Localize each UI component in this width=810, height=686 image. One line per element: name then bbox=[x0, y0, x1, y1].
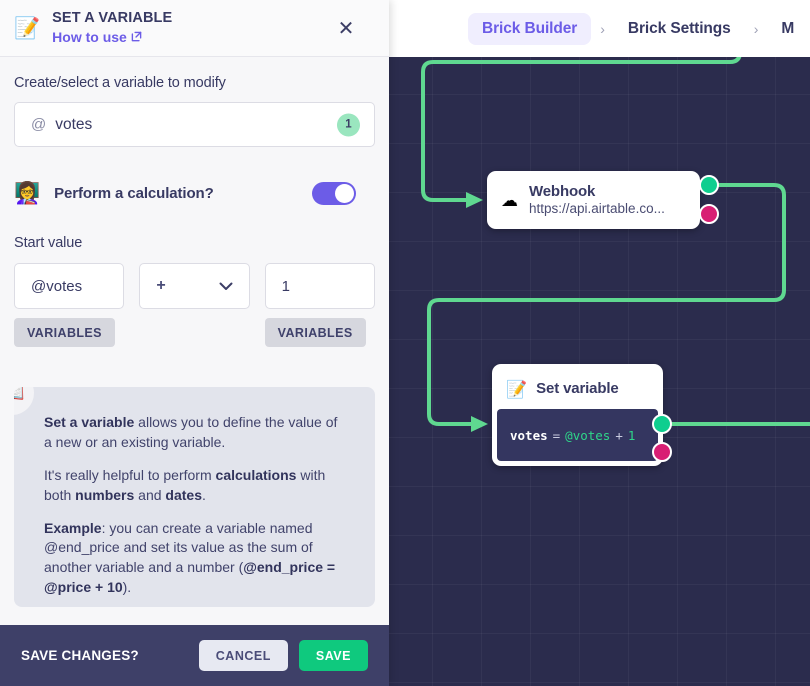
calculation-inputs: @votes + 1 bbox=[14, 263, 375, 309]
variable-name-input[interactable]: @ votes 1 bbox=[14, 102, 375, 147]
help-p3-bold: Example bbox=[44, 519, 102, 536]
help-p2-f: dates bbox=[165, 486, 202, 503]
help-box: 📖 Set a variable allows you to define th… bbox=[14, 387, 375, 607]
help-p2-e: and bbox=[134, 486, 166, 503]
set-variable-panel: 📝 SET A VARIABLE How to use ✕ Create/sel… bbox=[0, 0, 389, 686]
node-subtitle: https://api.airtable.co... bbox=[529, 200, 665, 216]
breadcrumb: Brick Builder › Brick Settings › M bbox=[468, 0, 808, 57]
at-sign-icon: @ bbox=[31, 116, 47, 133]
start-value-cell: @votes bbox=[14, 263, 125, 309]
canvas-node-set-variable[interactable]: 📝 Set variable votes = @votes + 1 bbox=[492, 364, 663, 466]
perform-calculation-toggle[interactable] bbox=[312, 181, 356, 205]
help-p2-d: numbers bbox=[75, 486, 135, 503]
canvas-node-webhook[interactable]: ☁ Webhook https://api.airtable.co... bbox=[487, 171, 700, 229]
variables-button-left-cell: VARIABLES bbox=[14, 309, 124, 347]
node-title: Webhook bbox=[529, 182, 596, 200]
variable-count-badge: 1 bbox=[337, 113, 360, 136]
panel-header: 📝 SET A VARIABLE How to use ✕ bbox=[0, 0, 389, 57]
panel-body: Create/select a variable to modify @ vot… bbox=[0, 57, 389, 630]
help-paragraph-2: It's really helpful to perform calculati… bbox=[44, 466, 347, 506]
help-paragraph-3: Example: you can create a variable named… bbox=[44, 519, 347, 599]
close-icon[interactable]: ✕ bbox=[335, 18, 357, 40]
expr-operand: 1 bbox=[627, 427, 636, 443]
variables-button-right-cell: VARIABLES bbox=[264, 309, 375, 347]
save-changes-label: SAVE CHANGES? bbox=[21, 648, 139, 663]
perform-calculation-label: Perform a calculation? bbox=[54, 184, 214, 202]
app-root: ☁ Webhook https://api.airtable.co... 📝 S… bbox=[0, 0, 810, 686]
breadcrumb-item-brick-settings[interactable]: Brick Settings bbox=[614, 13, 745, 45]
cancel-button[interactable]: CANCEL bbox=[198, 640, 288, 671]
breadcrumb-item-brick-builder[interactable]: Brick Builder bbox=[468, 12, 592, 45]
operand-cell: 1 bbox=[264, 263, 375, 309]
save-changes-bar: SAVE CHANGES? CANCEL SAVE bbox=[0, 625, 389, 686]
help-p1-bold: Set a variable bbox=[44, 414, 135, 430]
help-p2-a: It's really helpful to perform bbox=[44, 466, 216, 483]
help-p3-c: ). bbox=[122, 579, 132, 596]
operator-value: + bbox=[156, 277, 166, 294]
webhook-error-port[interactable] bbox=[699, 204, 719, 224]
variables-button-operand[interactable]: VARIABLES bbox=[264, 318, 366, 347]
operator-select[interactable]: + bbox=[139, 263, 250, 309]
set-variable-error-port[interactable] bbox=[652, 442, 672, 462]
breadcrumb-item-truncated[interactable]: M bbox=[767, 13, 808, 45]
node-header: 📝 Set variable bbox=[497, 369, 658, 409]
operator-cell: + bbox=[139, 263, 250, 309]
perform-calculation-row: 👩‍🏫 Perform a calculation? bbox=[14, 175, 375, 211]
start-value-input[interactable]: @votes bbox=[14, 263, 125, 309]
expr-equals: = bbox=[552, 427, 561, 443]
memo-icon: 📝 bbox=[506, 379, 528, 399]
book-icon: 📖 bbox=[14, 387, 34, 415]
external-link-icon bbox=[131, 31, 142, 42]
start-value-label: Start value bbox=[14, 235, 83, 251]
memo-icon: 📝 bbox=[14, 16, 41, 40]
variable-name-value: votes bbox=[55, 115, 93, 133]
page-title: SET A VARIABLE bbox=[52, 10, 173, 27]
help-p2-b: calculations bbox=[215, 466, 297, 483]
operand-input[interactable]: 1 bbox=[264, 263, 375, 309]
save-button[interactable]: SAVE bbox=[298, 640, 368, 671]
chevron-down-icon bbox=[219, 279, 233, 294]
expr-reference: @votes bbox=[565, 427, 611, 443]
how-to-use-link[interactable]: How to use bbox=[52, 28, 142, 46]
expr-operator: + bbox=[615, 427, 623, 443]
how-to-use-label: How to use bbox=[52, 28, 127, 45]
cloud-icon: ☁ bbox=[501, 190, 518, 210]
breadcrumb-separator: › bbox=[600, 20, 605, 37]
webhook-success-port[interactable] bbox=[699, 175, 719, 195]
variables-button-start-value[interactable]: VARIABLES bbox=[14, 318, 115, 347]
help-p2-g: . bbox=[201, 486, 206, 503]
set-variable-success-port[interactable] bbox=[652, 414, 672, 434]
node-title: Set variable bbox=[536, 380, 619, 398]
teacher-icon: 👩‍🏫 bbox=[14, 181, 41, 205]
breadcrumb-separator: › bbox=[753, 20, 759, 37]
variable-section-label: Create/select a variable to modify bbox=[14, 75, 226, 91]
help-paragraph-1: Set a variable allows you to define the … bbox=[44, 413, 347, 453]
expr-variable: votes bbox=[510, 427, 548, 443]
node-expression: votes = @votes + 1 bbox=[497, 409, 658, 461]
